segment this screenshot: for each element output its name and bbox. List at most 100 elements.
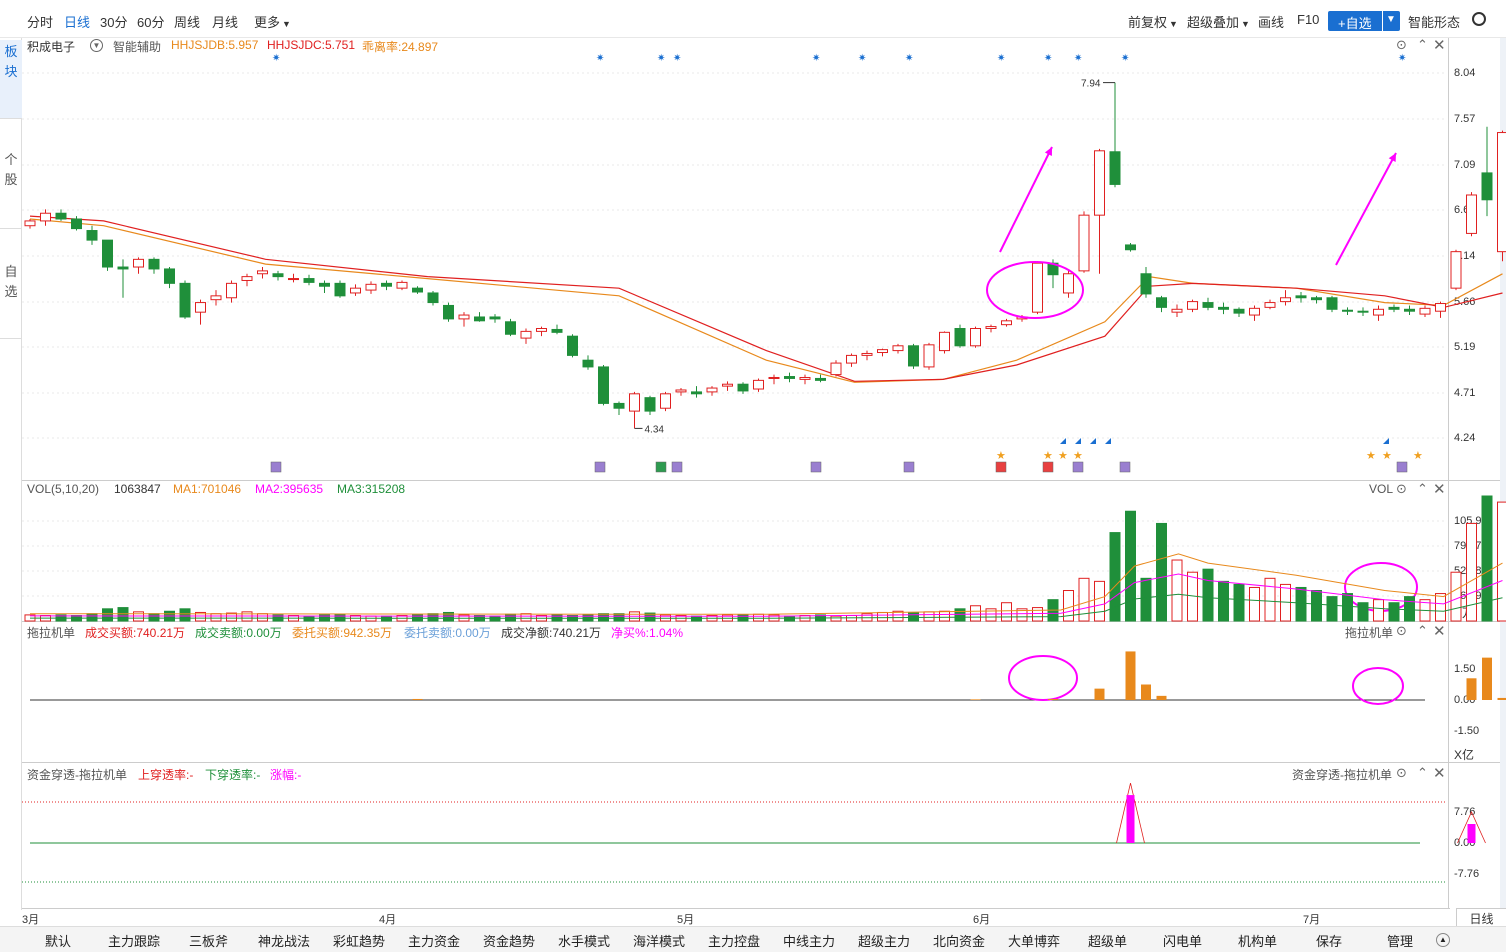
volume-bar	[1295, 586, 1307, 622]
tractor-bar	[1125, 651, 1136, 700]
candle-body	[288, 278, 299, 281]
candle-body	[520, 330, 532, 339]
tab-super-main[interactable]: 超级主力	[858, 931, 910, 950]
candle-body	[799, 376, 811, 380]
candle-body	[784, 376, 795, 379]
candle-body	[117, 266, 129, 270]
x-tick: 3月	[22, 914, 40, 926]
candle-body	[1218, 306, 1229, 310]
candle-body	[908, 345, 919, 367]
candle-body	[1435, 303, 1446, 312]
candle-body	[241, 276, 253, 281]
tab-rainbow[interactable]: 彩虹趋势	[333, 931, 385, 950]
tractor-bar	[1466, 678, 1477, 700]
candle-body	[272, 273, 284, 278]
candle-body	[71, 218, 82, 230]
candle-body	[753, 379, 764, 390]
tractor-bar	[1141, 684, 1151, 700]
tab-north-fund[interactable]: 北向资金	[933, 931, 985, 950]
volume-bar	[598, 613, 609, 622]
volume-bar	[1156, 522, 1167, 622]
candle-body	[660, 393, 671, 409]
volume-bar	[1326, 596, 1338, 622]
blue-star-icon: ✷	[812, 53, 820, 64]
tab-super-order[interactable]: 超级单	[1088, 931, 1127, 950]
blue-star-icon: ✷	[858, 53, 866, 64]
tractor-bar	[1156, 695, 1167, 700]
candle-body	[629, 393, 640, 412]
tab-flash-order[interactable]: 闪电单	[1163, 931, 1202, 950]
candlestick-chart[interactable]: 7.94 4.34 ✷ ✷ ✷ ✷ ✷ ✷ ✷ ✷ ✷ ✷ ✷ ✷ ★ ★ ★ ★ ★ ★ ★	[0, 0, 1506, 908]
volume-bar	[505, 613, 516, 622]
candle-body	[1497, 132, 1506, 253]
candle-body	[1094, 150, 1105, 216]
signal-tag-icon	[903, 461, 915, 473]
volume-bar	[1032, 607, 1043, 622]
candle-body	[257, 270, 268, 275]
chevron-up-icon[interactable]: ▲	[1436, 933, 1450, 947]
volume-bar	[1342, 593, 1353, 622]
tab-mid-main[interactable]: 中线主力	[783, 931, 835, 950]
tab-control[interactable]: 主力控盘	[708, 931, 760, 950]
candle-body	[1171, 308, 1183, 313]
save-button[interactable]: 保存	[1316, 931, 1342, 950]
tab-big-order[interactable]: 大单博弈	[1008, 931, 1060, 950]
volume-bar	[923, 611, 935, 622]
candle-body	[1063, 273, 1074, 294]
candle-body	[396, 281, 408, 289]
candle-body	[551, 328, 563, 333]
tab-three-axe[interactable]: 三板斧	[189, 931, 228, 950]
volume-bar	[1249, 586, 1260, 622]
candle-body	[892, 345, 904, 352]
signal-tag-icon	[1396, 461, 1408, 473]
tab-fund-trend[interactable]: 资金趋势	[483, 931, 535, 950]
candle-body	[1404, 308, 1415, 312]
gold-star-icon: ★	[1382, 450, 1392, 462]
candle-body	[1342, 309, 1353, 312]
candle-body	[505, 321, 516, 335]
candle-body	[1187, 301, 1198, 310]
volume-bar	[1094, 580, 1105, 622]
tractor-bar	[1048, 698, 1058, 700]
volume-bar	[753, 613, 764, 622]
candle-body	[40, 212, 51, 222]
x-axis: 3月 4月 5月 6月 7月	[22, 908, 1450, 926]
candle-body	[1388, 306, 1400, 310]
signal-tag-icon	[810, 461, 822, 473]
triangle-icon	[1075, 438, 1081, 444]
volume-bar	[427, 613, 439, 622]
candle-body	[737, 383, 749, 392]
volume-bar	[1202, 568, 1214, 622]
candle-body	[815, 377, 826, 381]
annotation-ellipse	[1352, 667, 1404, 705]
tab-sailor[interactable]: 水手模式	[558, 931, 610, 950]
gold-star-icon: ★	[996, 450, 1006, 462]
volume-bar	[954, 608, 966, 622]
candle-body	[474, 316, 485, 322]
tab-main-fund[interactable]: 主力资金	[408, 931, 460, 950]
candle-body	[1357, 310, 1369, 313]
tab-main-track[interactable]: 主力跟踪	[108, 931, 160, 950]
period-unit[interactable]: 日线	[1456, 908, 1506, 926]
candle-body	[613, 402, 625, 409]
candle-body	[861, 352, 873, 356]
tractor-bar	[412, 698, 423, 700]
tab-dragon[interactable]: 神龙战法	[258, 931, 310, 950]
candle-body	[1140, 273, 1152, 295]
manage-button[interactable]: 管理	[1387, 931, 1413, 950]
fund-spike-bar	[1126, 795, 1135, 843]
gold-star-icon: ★	[1058, 450, 1068, 462]
signal-tag-icon	[1072, 461, 1084, 473]
candle-body	[536, 328, 547, 332]
candle-body	[133, 258, 144, 268]
candle-body	[1373, 308, 1384, 316]
candle-body	[1311, 297, 1322, 301]
candle-body	[303, 278, 315, 283]
tab-ocean[interactable]: 海洋模式	[633, 931, 685, 950]
volume-bar	[210, 613, 222, 622]
tab-inst-order[interactable]: 机构单	[1238, 931, 1277, 950]
volume-bar	[970, 605, 981, 622]
candle-body	[1109, 151, 1121, 185]
candle-body	[458, 314, 470, 320]
tab-default[interactable]: 默认	[45, 931, 71, 950]
